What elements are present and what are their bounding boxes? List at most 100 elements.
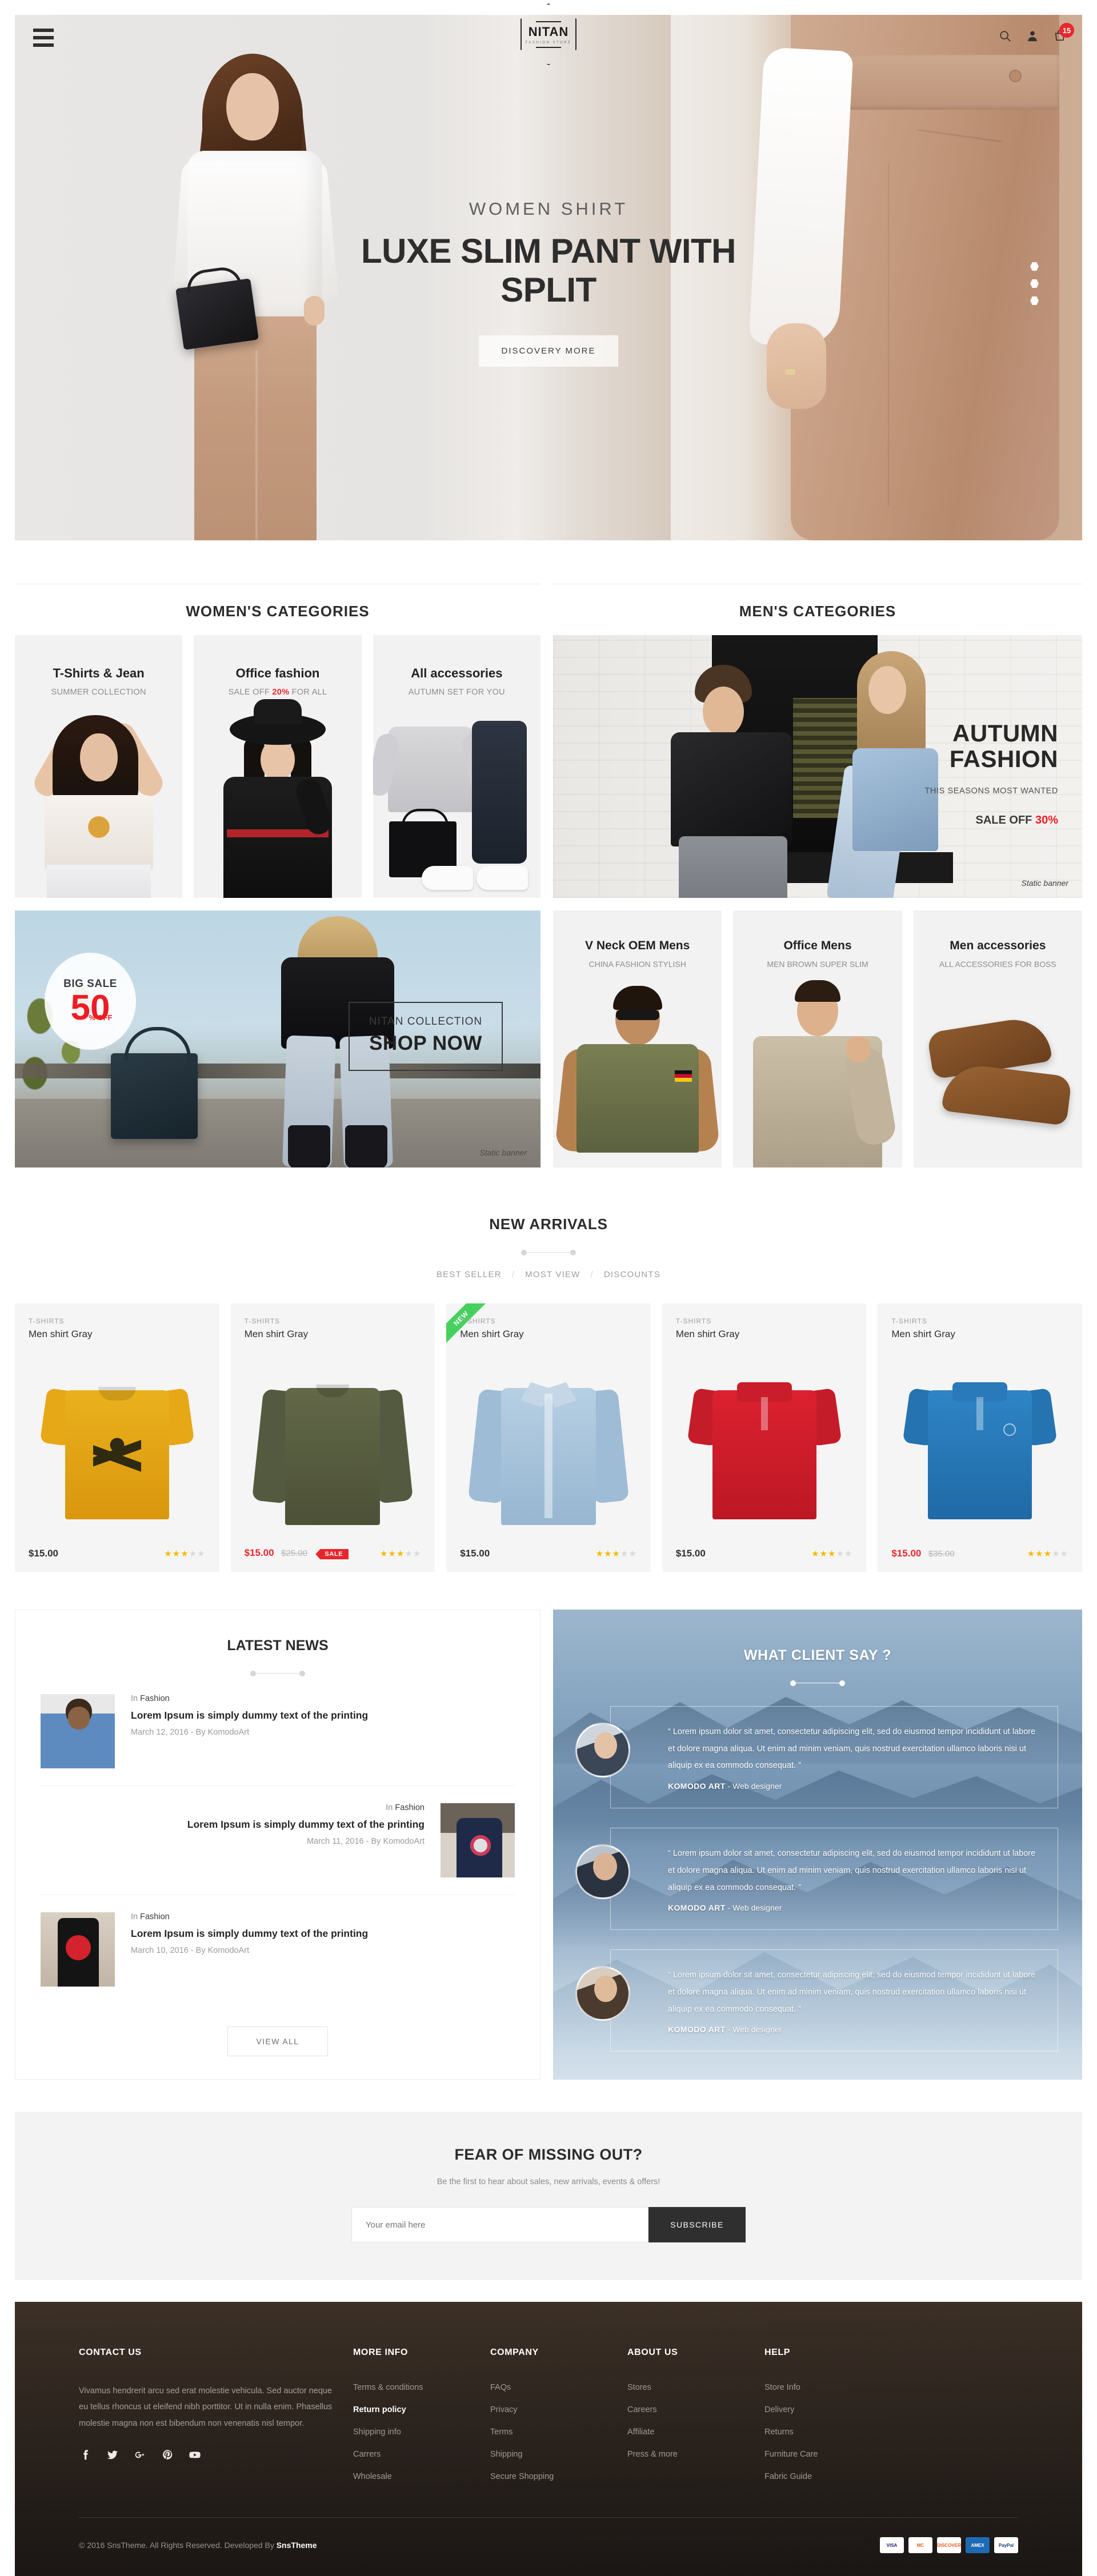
category-subtitle-pre: SUMMER COLLECTION [51, 688, 146, 697]
news-item[interactable]: In Fashion Lorem Ipsum is simply dummy t… [41, 1677, 515, 1786]
news-body: In Fashion Lorem Ipsum is simply dummy t… [131, 1694, 515, 1737]
footer-link[interactable]: FAQs [490, 2383, 610, 2392]
footer-link[interactable]: Privacy [490, 2405, 610, 2414]
product-price: $15.00 [460, 1548, 490, 1559]
footer-link[interactable]: Fabric Guide [764, 2472, 884, 2481]
news-category-pre: In [131, 1694, 141, 1703]
footer-link[interactable]: Stores [627, 2383, 747, 2392]
footer-link[interactable]: Shipping [490, 2450, 610, 2459]
footer-link[interactable]: Furniture Care [764, 2450, 884, 2459]
newsletter-form: SUBSCRIBE [351, 2207, 746, 2242]
shop-now-label: SHOP NOW [369, 1032, 482, 1054]
footer-link[interactable]: Returns [764, 2427, 884, 2437]
category-card-all-accessories[interactable]: All accessories AUTUMN SET FOR YOU [373, 635, 541, 898]
autumn-model-man-image [662, 665, 804, 898]
static-banner-note: Static banner [479, 1148, 527, 1157]
testimonial-card: “ Lorem ipsum dolor sit amet, consectetu… [575, 1706, 1058, 1809]
footer-link[interactable]: Careers [627, 2405, 747, 2414]
footer-link[interactable]: Terms & conditions [353, 2383, 473, 2392]
mens-column: MEN'S CATEGORIES AUTUMN FASHION THIS SEA… [553, 584, 1082, 1167]
footer-link[interactable]: Affiliate [627, 2427, 747, 2437]
tab-discounts[interactable]: DISCOUNTS [604, 1270, 660, 1279]
new-arrivals-title: NEW ARRIVALS [489, 1215, 608, 1233]
footer-link[interactable]: Store Info [764, 2383, 884, 2392]
product-card[interactable]: T-SHIRTS Men shirt Gray $15.00 ★★★★★ [662, 1303, 867, 1572]
pinterest-icon[interactable] [161, 2449, 174, 2461]
slider-dot-3[interactable] [1030, 296, 1039, 305]
tab-most-view[interactable]: MOST VIEW [525, 1270, 580, 1279]
footer-heading: CONTACT US [79, 2348, 142, 2357]
hero-slider-dots[interactable] [1030, 254, 1039, 314]
category-card-v-neck-oem-mens[interactable]: V Neck OEM Mens CHINA FASHION STYLISH [553, 910, 722, 1167]
youtube-icon[interactable] [189, 2449, 201, 2461]
autumn-banner-caption: AUTUMN FASHION THIS SEASONS MOST WANTED … [924, 720, 1058, 827]
news-thumbnail [41, 1912, 115, 1987]
product-rating: ★★★★★ [595, 1549, 637, 1559]
subscribe-button[interactable]: SUBSCRIBE [648, 2207, 746, 2242]
facebook-icon[interactable] [79, 2449, 91, 2461]
footer-link[interactable]: Press & more [627, 2450, 747, 2459]
product-card[interactable]: T-SHIRTS Men shirt Gray $15.00 ★★★★★ [15, 1303, 219, 1572]
site-logo[interactable]: NITAN FASHION STORE [521, 3, 576, 65]
category-subtitle: SUMMER COLLECTION [15, 688, 182, 697]
product-card[interactable]: NEW T-SHIRTS Men shirt Gray $15.00 ★★★★★ [446, 1303, 651, 1572]
hero-caption: WOMEN SHIRT LUXE SLIM PANT WITH SPLIT DI… [15, 199, 1082, 367]
footer-heading: MORE INFO [353, 2348, 409, 2357]
category-card-men-accessories[interactable]: Men accessories ALL ACCESSORIES FOR BOSS [913, 910, 1082, 1167]
collection-label: NITAN COLLECTION [369, 1016, 483, 1028]
hero-subtitle: WOMEN SHIRT [469, 199, 628, 219]
cart-icon[interactable]: 15 [1054, 23, 1074, 42]
view-all-button[interactable]: VIEW ALL [227, 2027, 328, 2056]
news-item[interactable]: In Fashion Lorem Ipsum is simply dummy t… [41, 1895, 515, 2004]
news-item[interactable]: In Fashion Lorem Ipsum is simply dummy t… [41, 1786, 515, 1895]
footer-link[interactable]: Wholesale [353, 2472, 473, 2481]
product-image-denim-shirt [467, 1371, 630, 1525]
header-actions: 15 [999, 23, 1074, 42]
footer-columns: CONTACT US Vivamus hendrerit arcu sed er… [15, 2302, 1082, 2517]
autumn-line2: FASHION [949, 745, 1058, 772]
footer-link[interactable]: Terms [490, 2427, 610, 2437]
twitter-icon[interactable] [106, 2449, 119, 2461]
product-name: Men shirt Gray [244, 1329, 309, 1339]
category-subtitle: CHINA FASHION STYLISH [588, 960, 686, 969]
slider-dot-1[interactable] [1030, 262, 1039, 271]
category-card-office-fashion[interactable]: Office fashion SALE OFF 20% FOR ALL [194, 635, 362, 898]
email-field[interactable] [351, 2207, 648, 2242]
footer-heading: HELP [764, 2348, 791, 2357]
shop-now-box[interactable]: NITAN COLLECTION SHOP NOW [349, 1002, 503, 1071]
google-plus-icon[interactable] [134, 2449, 146, 2461]
footer-link[interactable]: Shipping info [353, 2427, 473, 2437]
product-card[interactable]: T-SHIRTS Men shirt Gray $15.00 $25.00 SA… [230, 1303, 435, 1572]
testimonial-card: “ Lorem ipsum dolor sit amet, consectetu… [575, 1828, 1058, 1931]
discovery-more-button[interactable]: DISCOVERY MORE [478, 335, 619, 367]
discover-icon: DISCOVER [937, 2537, 961, 2553]
product-price: $15.00 [675, 1548, 706, 1559]
hamburger-icon[interactable] [33, 29, 54, 51]
site-footer: CONTACT US Vivamus hendrerit arcu sed er… [15, 2302, 1082, 2576]
big-sale-badge: BIG SALE 50% OFF [45, 953, 136, 1050]
womens-column: WOMEN'S CATEGORIES T-Shirts & Jean SUMME… [15, 584, 541, 1167]
news-headline: Lorem Ipsum is simply dummy text of the … [131, 1928, 369, 1939]
footer-link[interactable]: Carrers [353, 2450, 473, 2459]
hero-slider[interactable]: WOMEN SHIRT LUXE SLIM PANT WITH SPLIT DI… [15, 15, 1082, 540]
search-icon[interactable] [999, 30, 1011, 42]
logo-tagline: FASHION STORE [525, 41, 572, 45]
avatar [575, 1844, 630, 1900]
autumn-fashion-banner[interactable]: AUTUMN FASHION THIS SEASONS MOST WANTED … [553, 635, 1082, 898]
user-icon[interactable] [1026, 30, 1039, 42]
product-card[interactable]: T-SHIRTS Men shirt Gray $15.00 $35.00 ★★… [878, 1303, 1082, 1572]
category-card-tshirts-jean[interactable]: T-Shirts & Jean SUMMER COLLECTION [15, 635, 183, 898]
slider-dot-2[interactable] [1030, 279, 1039, 288]
tab-best-seller[interactable]: BEST SELLER [437, 1270, 502, 1279]
avatar [575, 1723, 630, 1777]
newsletter-title: FEAR OF MISSING OUT? [454, 2146, 643, 2163]
product-footer: $15.00 ★★★★★ [29, 1548, 206, 1559]
handbag-image [111, 1027, 198, 1139]
category-card-office-mens[interactable]: Office Mens MEN BROWN SUPER SLIM [733, 910, 902, 1167]
footer-link[interactable]: Secure Shopping [490, 2472, 610, 2481]
big-sale-suffix: % OFF [89, 1013, 113, 1022]
footer-link[interactable]: Delivery [764, 2405, 884, 2414]
big-sale-banner[interactable]: BIG SALE 50% OFF NITAN COLLECTION SHOP N… [15, 910, 541, 1167]
footer-link[interactable]: Return policy [353, 2405, 473, 2414]
product-price: $15.00 [244, 1547, 274, 1558]
